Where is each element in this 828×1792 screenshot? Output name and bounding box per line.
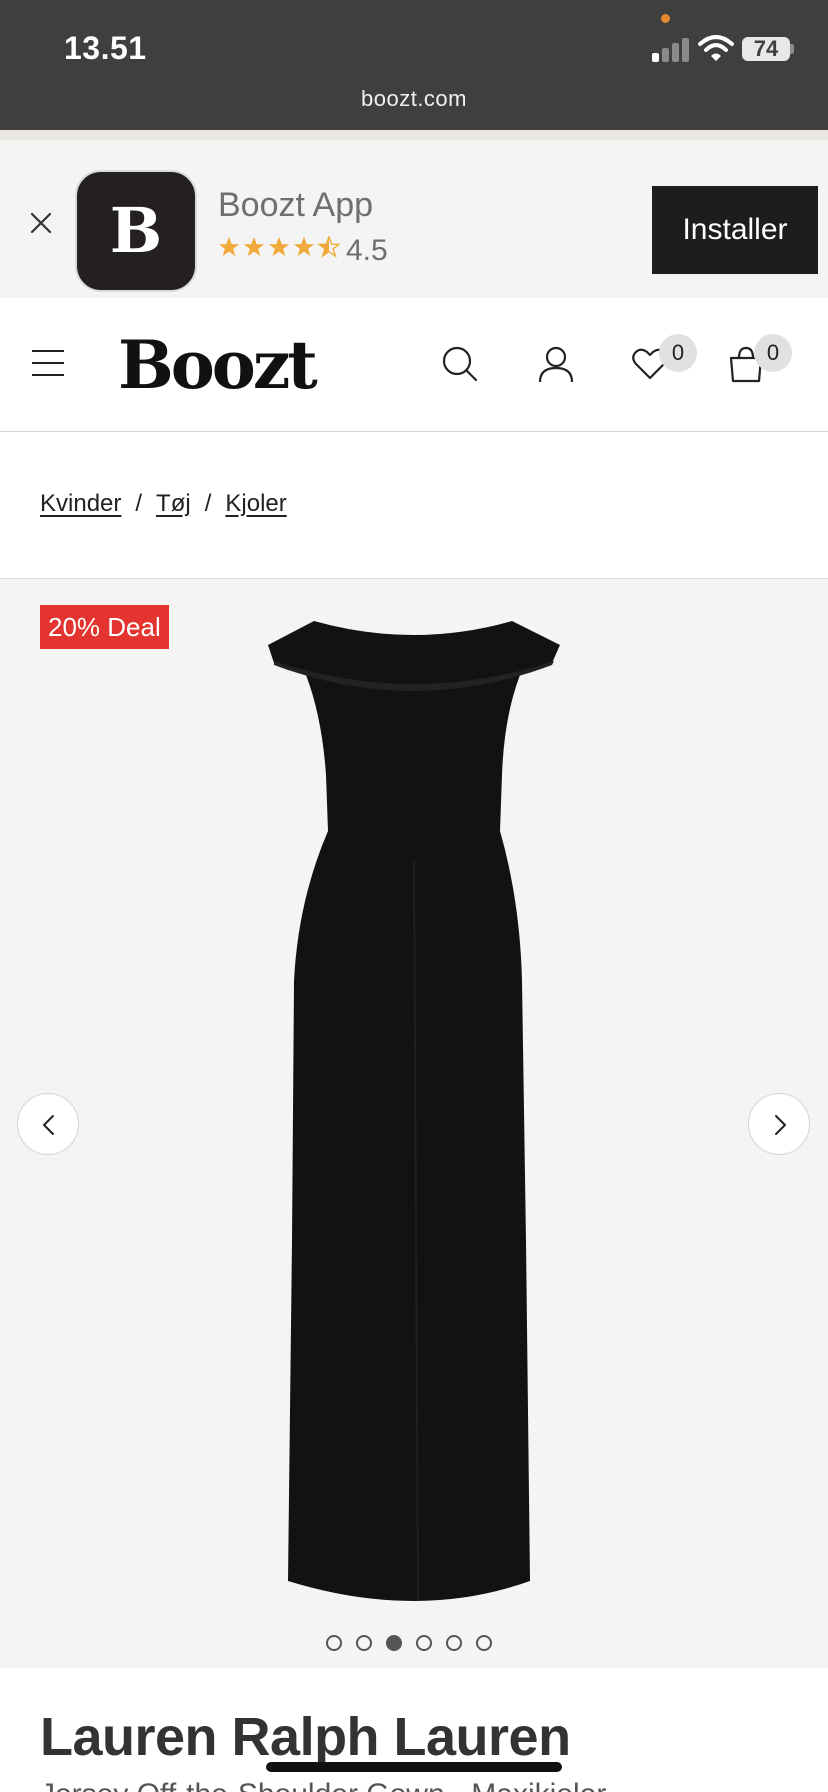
- previous-image-button[interactable]: [17, 1093, 79, 1155]
- app-name: Boozt App: [218, 186, 374, 224]
- pagination-dot[interactable]: [446, 1635, 462, 1651]
- install-button[interactable]: Installer: [652, 186, 818, 274]
- image-pagination-dots: [326, 1635, 506, 1653]
- close-icon[interactable]: [26, 208, 56, 238]
- address-bar-url[interactable]: boozt.com: [0, 86, 828, 112]
- breadcrumb-link-toj[interactable]: Tøj: [156, 490, 191, 517]
- pagination-dot[interactable]: [476, 1635, 492, 1651]
- site-header: Boozt: [0, 298, 828, 432]
- pagination-dot[interactable]: [416, 1635, 432, 1651]
- breadcrumb-separator: /: [204, 490, 212, 517]
- status-time: 13.51: [64, 30, 147, 66]
- pagination-dot[interactable]: [386, 1635, 402, 1651]
- rating-stars: [218, 236, 343, 266]
- half-star-icon: [318, 236, 340, 258]
- next-image-button[interactable]: [748, 1093, 810, 1155]
- wishlist-count-badge: 0: [659, 334, 697, 372]
- cart-count-badge: 0: [754, 334, 792, 372]
- deal-badge: 20% Deal: [40, 605, 169, 649]
- battery-level: 74: [742, 37, 790, 61]
- status-bar: 13.51 74 boozt.com: [0, 0, 828, 130]
- product-name: Jersey Off-the-Shoulder Gown - Maxikjole…: [40, 1778, 606, 1792]
- menu-icon[interactable]: [32, 350, 64, 376]
- product-image-gallery[interactable]: 20% Deal: [0, 578, 828, 1668]
- product-page: 13.51 74 boozt.com B Boozt App 4.5 Insta…: [0, 0, 828, 1792]
- battery-tip-icon: [790, 44, 794, 54]
- app-icon: B: [75, 170, 197, 292]
- site-logo[interactable]: Boozt: [118, 326, 318, 404]
- breadcrumb-link-kvinder[interactable]: Kvinder: [40, 490, 121, 517]
- pagination-dot[interactable]: [356, 1635, 372, 1651]
- cellular-signal-icon: [652, 36, 692, 62]
- star-icon: [218, 236, 240, 257]
- breadcrumb-separator: /: [135, 490, 143, 517]
- home-indicator[interactable]: [266, 1762, 562, 1772]
- rating-value: 4.5: [346, 234, 388, 267]
- chevron-right-icon: [775, 1115, 786, 1135]
- privacy-indicator-dot: [661, 14, 670, 23]
- wifi-icon: [698, 35, 734, 61]
- star-icon: [243, 236, 265, 257]
- star-icon: [293, 236, 315, 257]
- pagination-dot[interactable]: [326, 1635, 342, 1651]
- app-install-banner: B Boozt App 4.5 Installer: [0, 130, 828, 298]
- breadcrumb: Kvinder / Tøj / Kjoler: [40, 490, 287, 518]
- breadcrumb-link-kjoler[interactable]: Kjoler: [225, 490, 286, 517]
- search-icon[interactable]: [440, 344, 480, 384]
- chevron-left-icon: [43, 1115, 54, 1135]
- product-brand[interactable]: Lauren Ralph Lauren: [40, 1706, 571, 1768]
- product-image[interactable]: [268, 621, 560, 1621]
- account-icon[interactable]: [536, 344, 576, 384]
- star-icon: [268, 236, 290, 257]
